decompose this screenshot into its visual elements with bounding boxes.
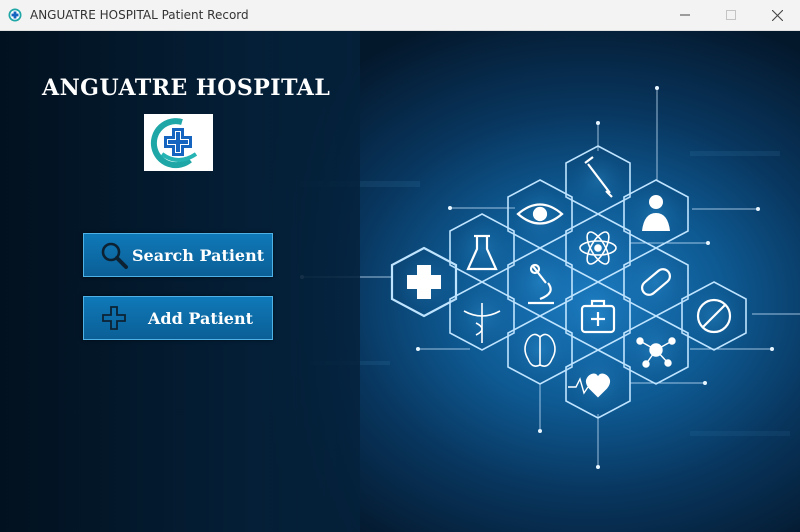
hospital-logo [144,114,213,171]
title-bar[interactable]: ANGUATRE HOSPITAL Patient Record [0,0,800,31]
main-panel: ANGUATRE HOSPITAL Search Patient Add Pat… [0,31,800,532]
add-patient-button[interactable]: Add Patient [83,296,273,340]
maximize-button[interactable] [708,0,754,30]
magnifier-icon [101,242,128,269]
hospital-logo-icon [150,118,198,169]
add-patient-label: Add Patient [148,308,253,328]
window-controls [662,0,800,30]
plus-icon [102,306,126,330]
search-patient-button[interactable]: Search Patient [83,233,273,277]
app-window: ANGUATRE HOSPITAL Patient Record ANGUATR… [0,0,800,532]
close-button[interactable] [754,0,800,30]
maximize-icon [726,10,736,20]
hospital-name: ANGUATRE HOSPITAL [42,75,331,101]
left-shade [0,31,360,532]
minimize-button[interactable] [662,0,708,30]
hexagon-grid [390,145,747,419]
medical-cross-icon [8,8,22,22]
search-patient-label: Search Patient [132,245,265,265]
medical-hexagon-background [300,86,800,469]
minimize-icon [680,14,690,16]
window-title: ANGUATRE HOSPITAL Patient Record [30,8,249,22]
close-icon [771,9,783,21]
